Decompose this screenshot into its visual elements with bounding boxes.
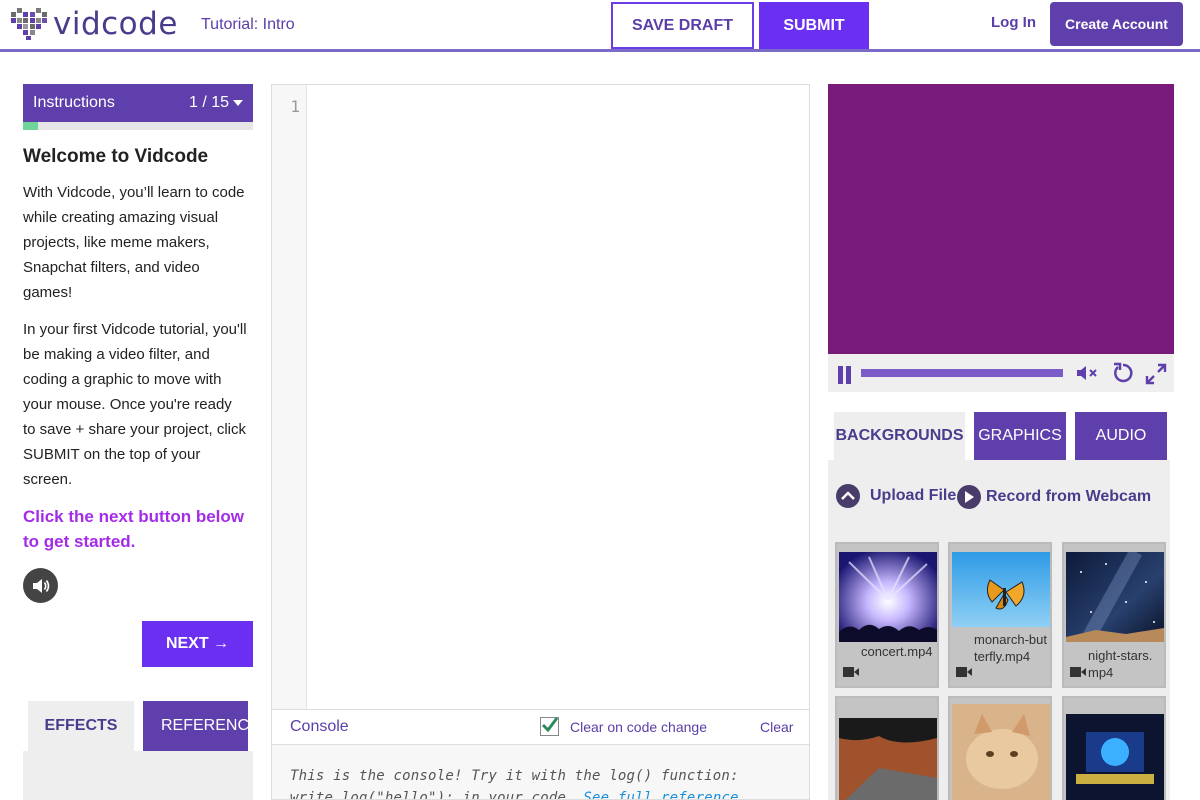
clear-on-change-checkbox[interactable] bbox=[540, 717, 559, 736]
tab-graphics[interactable]: GRAPHICS bbox=[974, 412, 1066, 460]
fullscreen-icon[interactable] bbox=[1144, 362, 1168, 386]
line-number: 1 bbox=[290, 97, 300, 116]
next-button[interactable]: NEXT → bbox=[142, 621, 253, 667]
media-thumbnail-arcade[interactable] bbox=[1062, 696, 1166, 800]
call-to-action-text: Click the next button below to get start… bbox=[23, 507, 245, 551]
upload-file-button[interactable]: Upload File bbox=[836, 484, 956, 508]
upload-file-label: Upload File bbox=[870, 487, 957, 504]
login-link[interactable]: Log In bbox=[991, 14, 1036, 31]
progress-fill bbox=[23, 122, 38, 130]
instructions-paragraph: In your first Vidcode tutorial, you'll b… bbox=[23, 321, 247, 488]
tab-effects[interactable]: EFFECTS bbox=[28, 701, 134, 751]
console-toolbar: Console Clear on code change Clear bbox=[271, 709, 810, 745]
road-thumbnail-image bbox=[839, 718, 937, 800]
top-header: vidcode Tutorial: Intro SAVE DRAFT SUBMI… bbox=[0, 0, 1200, 52]
step-selector[interactable]: 1 / 15 bbox=[189, 94, 243, 112]
video-scrubber[interactable] bbox=[861, 369, 1063, 377]
record-webcam-button[interactable]: Record from Webcam bbox=[957, 485, 1151, 509]
file-name: concert.mp4 bbox=[861, 644, 933, 659]
clear-on-change-label[interactable]: Clear on code change bbox=[570, 719, 707, 735]
submit-button[interactable]: SUBMIT bbox=[759, 2, 869, 49]
console-message-line-2: write log("hello"); in your code. See fu… bbox=[290, 787, 791, 800]
vidcode-logo[interactable]: vidcode bbox=[10, 6, 178, 42]
video-camera-icon bbox=[956, 667, 972, 677]
step-counter: 1 / 15 bbox=[188, 94, 229, 111]
logo-text: vidcode bbox=[53, 6, 178, 42]
media-thumbnail-night-stars[interactable]: night-stars.mp4 bbox=[1062, 542, 1166, 688]
instructions-title: Instructions bbox=[33, 94, 115, 111]
caret-down-icon bbox=[233, 100, 243, 106]
console-message-line-1: This is the console! Try it with the log… bbox=[290, 768, 739, 784]
line-gutter: 1 bbox=[272, 85, 307, 709]
clear-console-button[interactable]: Clear bbox=[760, 719, 793, 735]
tutorial-progress-bar bbox=[23, 122, 253, 130]
tab-backgrounds[interactable]: BACKGROUNDS bbox=[834, 412, 965, 460]
upload-arrow-icon bbox=[836, 484, 860, 508]
intro-paragraph: With Vidcode, you’ll learn to code while… bbox=[23, 184, 245, 301]
console-message-text: write log("hello"); in your code. bbox=[290, 790, 575, 800]
video-camera-icon bbox=[1070, 667, 1086, 677]
media-thumbnail-cat[interactable] bbox=[948, 696, 1052, 800]
arcade-thumbnail-image bbox=[1066, 714, 1164, 800]
video-preview[interactable] bbox=[828, 84, 1174, 354]
video-camera-icon bbox=[843, 667, 859, 677]
speaker-button[interactable] bbox=[23, 568, 58, 603]
tab-reference[interactable]: REFERENCE bbox=[143, 701, 248, 751]
media-thumbnail-road[interactable] bbox=[835, 696, 939, 800]
console-label: Console bbox=[290, 718, 349, 735]
pixel-heart-icon bbox=[11, 8, 47, 40]
play-record-icon bbox=[957, 485, 981, 509]
record-webcam-label: Record from Webcam bbox=[986, 488, 1152, 505]
create-account-button[interactable]: Create Account bbox=[1050, 2, 1183, 46]
night-stars-thumbnail-image bbox=[1066, 552, 1164, 642]
instructions-header[interactable]: Instructions 1 / 15 bbox=[23, 84, 253, 122]
tutorial-title: Tutorial: Intro bbox=[201, 16, 295, 33]
concert-thumbnail-image bbox=[839, 552, 937, 642]
console-output: This is the console! Try it with the log… bbox=[271, 745, 810, 800]
code-editor[interactable]: 1 bbox=[271, 84, 810, 710]
file-name: night-stars.mp4 bbox=[1088, 648, 1153, 680]
left-tab-panel bbox=[23, 751, 253, 800]
speaker-icon bbox=[32, 578, 49, 593]
cat-thumbnail-image bbox=[952, 704, 1050, 800]
step-heading: Welcome to Vidcode bbox=[23, 146, 209, 167]
butterfly-thumbnail-image bbox=[952, 552, 1050, 627]
file-name: monarch-butterfly.mp4 bbox=[974, 632, 1047, 664]
media-thumbnail-butterfly[interactable]: monarch-butterfly.mp4 bbox=[948, 542, 1052, 688]
video-controls bbox=[828, 354, 1174, 392]
checkmark-icon bbox=[541, 717, 559, 733]
mute-icon[interactable] bbox=[1076, 363, 1100, 383]
tab-audio[interactable]: AUDIO bbox=[1075, 412, 1167, 460]
media-thumbnail-concert[interactable]: concert.mp4 bbox=[835, 542, 939, 688]
pause-icon[interactable] bbox=[838, 366, 852, 384]
full-reference-link[interactable]: See full reference bbox=[583, 790, 738, 799]
save-draft-button[interactable]: SAVE DRAFT bbox=[611, 2, 754, 49]
restart-icon[interactable] bbox=[1112, 362, 1134, 384]
